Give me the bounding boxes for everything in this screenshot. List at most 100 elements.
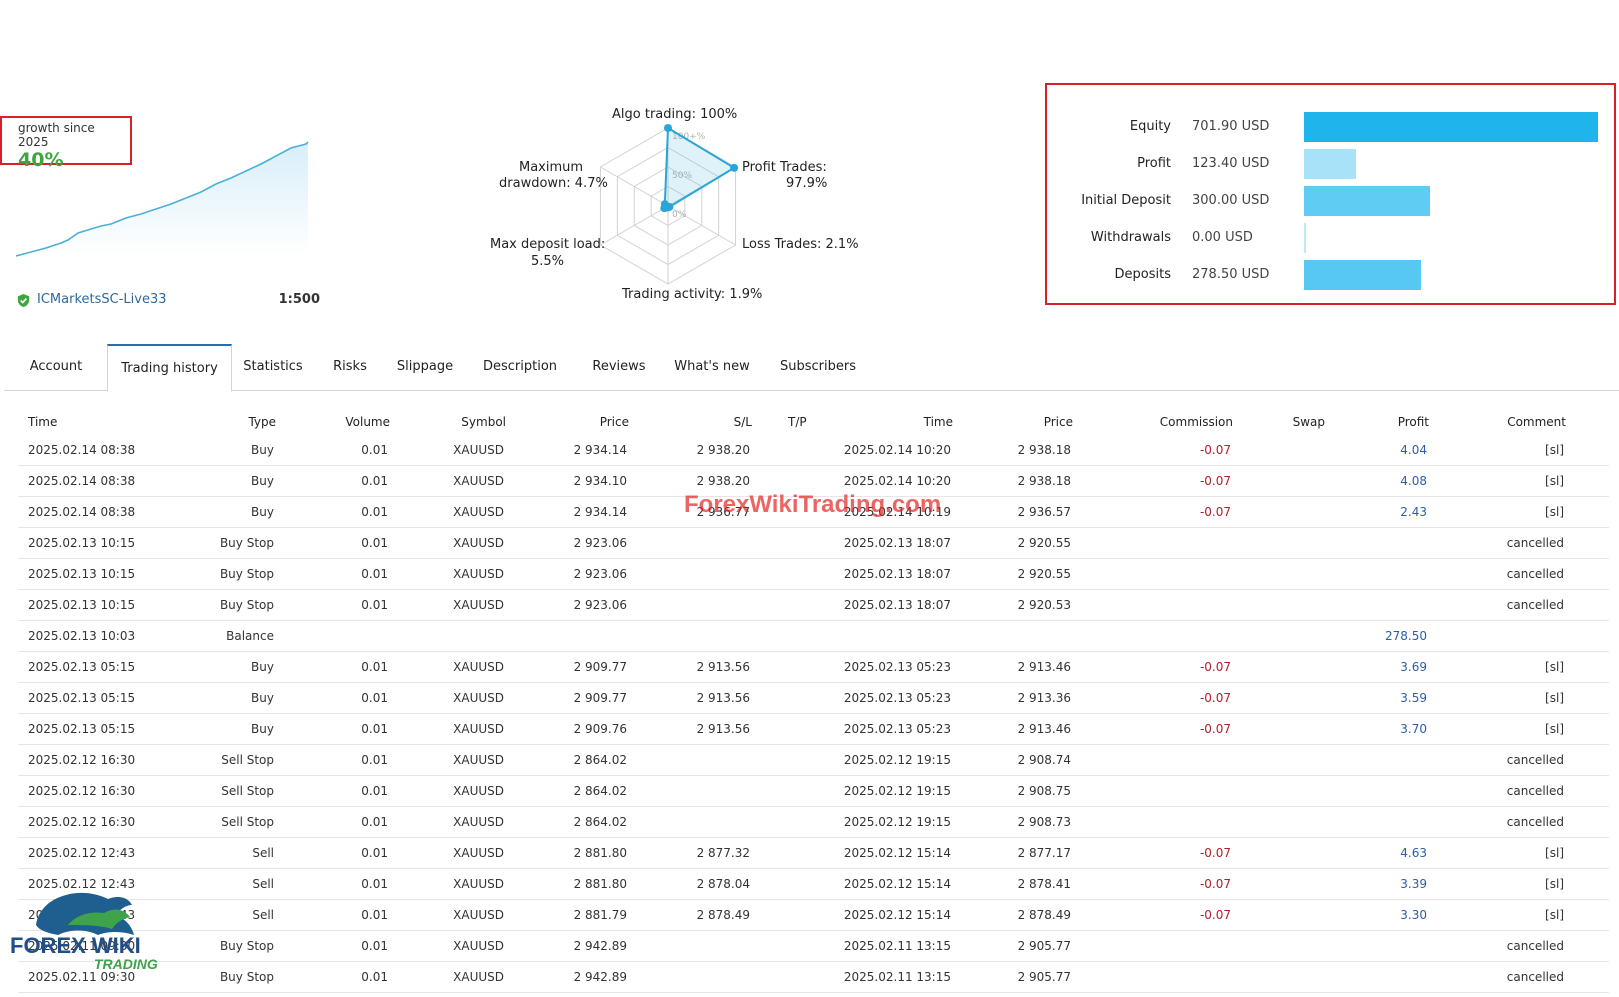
table-cell: -0.07 — [1199, 846, 1231, 860]
tab-what-s-new[interactable]: What's new — [666, 344, 758, 391]
table-cell: 4.63 — [1400, 846, 1427, 860]
column-header[interactable]: Price — [600, 415, 629, 429]
table-cell: 0.01 — [361, 970, 388, 984]
column-header[interactable]: T/P — [788, 415, 807, 429]
table-cell: 2025.02.13 10:03 — [28, 629, 136, 643]
column-header[interactable]: Profit — [1398, 415, 1429, 429]
table-cell: 2 942.89 — [573, 970, 627, 984]
growth-area — [16, 142, 308, 256]
table-row: 2025.02.13 10:03 Balance 278.50 — [18, 621, 1609, 652]
table-cell: 2 913.36 — [1017, 691, 1071, 705]
table-row: 2025.02.11 09:30 Buy Stop 0.01 XAUUSD 2 942.… — [18, 931, 1609, 962]
table-cell: cancelled — [1506, 939, 1564, 953]
table-cell: 2 878.49 — [1017, 908, 1071, 922]
tab-slippage[interactable]: Slippage — [390, 344, 460, 391]
balance-row: Initial Deposit 300.00 USD — [1047, 186, 1612, 216]
table-cell: 2025.02.14 08:38 — [28, 474, 136, 488]
table-cell: 2025.02.13 18:07 — [843, 598, 951, 612]
table-cell: Sell Stop — [221, 815, 274, 829]
column-header[interactable]: Price — [1044, 415, 1073, 429]
table-cell: 2 878.41 — [1017, 877, 1071, 891]
table-cell: 2 877.32 — [696, 846, 750, 860]
tab-description[interactable]: Description — [472, 344, 568, 391]
radar-label-activity: Trading activity: 1.9% — [622, 287, 763, 302]
table-row: 2025.02.11 09:30 Buy Stop 0.01 XAUUSD 2 942.… — [18, 962, 1609, 993]
balance-label: Profit — [1137, 156, 1171, 171]
table-cell: 2 913.46 — [1017, 722, 1071, 736]
table-cell: Sell — [252, 877, 274, 891]
table-cell: 4.04 — [1400, 443, 1427, 457]
tab-risks[interactable]: Risks — [325, 344, 375, 391]
table-cell: 2 938.18 — [1017, 474, 1071, 488]
table-cell: cancelled — [1506, 970, 1564, 984]
table-cell: [sl] — [1545, 691, 1564, 705]
table-cell: 2 878.04 — [696, 877, 750, 891]
table-cell: 2 913.56 — [696, 660, 750, 674]
tab-statistics[interactable]: Statistics — [231, 344, 315, 391]
column-header[interactable]: Symbol — [461, 415, 506, 429]
table-cell: 0.01 — [361, 846, 388, 860]
table-cell: 2 913.56 — [696, 691, 750, 705]
table-cell: 3.30 — [1400, 908, 1427, 922]
table-cell: 0.01 — [361, 691, 388, 705]
table-cell: 4.08 — [1400, 474, 1427, 488]
table-cell: 2025.02.11 13:15 — [843, 970, 951, 984]
table-cell: -0.07 — [1199, 908, 1231, 922]
table-cell: 2 923.06 — [573, 536, 627, 550]
balance-row: Withdrawals 0.00 USD — [1047, 223, 1612, 253]
table-cell: 2 908.75 — [1017, 784, 1071, 798]
table-cell: 2 913.46 — [1017, 660, 1071, 674]
table-cell: 3.39 — [1400, 877, 1427, 891]
table-cell: 2025.02.11 13:15 — [843, 939, 951, 953]
tab-trading-history[interactable]: Trading history — [107, 344, 232, 392]
broker-server-link[interactable]: ICMarketsSC-Live33 — [37, 292, 166, 307]
watermark: ForexWikiTrading.com — [684, 491, 942, 518]
table-cell: -0.07 — [1199, 443, 1231, 457]
table-cell: 2 920.55 — [1017, 567, 1071, 581]
table-cell: 2025.02.13 05:23 — [843, 722, 951, 736]
table-cell: -0.07 — [1199, 660, 1231, 674]
balance-value: 278.50 USD — [1192, 267, 1270, 282]
table-cell: [sl] — [1545, 846, 1564, 860]
table-row: 2025.02.13 10:15 Buy Stop 0.01 XAUUSD 2 923.… — [18, 528, 1609, 559]
table-cell: Sell — [252, 908, 274, 922]
tab-account[interactable]: Account — [18, 344, 94, 391]
table-row: 2025.02.12 16:30 Sell Stop 0.01 XAUUSD 2 864… — [18, 807, 1609, 838]
column-header[interactable]: Time — [924, 415, 953, 429]
table-cell: 2025.02.13 05:15 — [28, 691, 136, 705]
table-cell: 2 934.10 — [573, 474, 627, 488]
table-cell: 2 905.77 — [1017, 970, 1071, 984]
table-cell: 2025.02.12 15:14 — [843, 846, 951, 860]
table-row: 2025.02.12 16:30 Sell Stop 0.01 XAUUSD 2 864… — [18, 745, 1609, 776]
table-cell: 2025.02.13 05:15 — [28, 722, 136, 736]
table-cell: cancelled — [1506, 784, 1564, 798]
column-header[interactable]: Swap — [1293, 415, 1325, 429]
table-cell: 2025.02.12 15:14 — [843, 908, 951, 922]
column-header[interactable]: Type — [248, 415, 276, 429]
table-cell: 2 936.57 — [1017, 505, 1071, 519]
table-cell: XAUUSD — [453, 598, 504, 612]
leverage-value: 1:500 — [278, 292, 320, 307]
tab-subscribers[interactable]: Subscribers — [772, 344, 864, 391]
table-cell: 2025.02.14 08:38 — [28, 505, 136, 519]
table-cell: XAUUSD — [453, 939, 504, 953]
column-header[interactable]: Commission — [1160, 415, 1233, 429]
table-cell: 2 909.77 — [573, 660, 627, 674]
table-cell: 2 913.56 — [696, 722, 750, 736]
column-header[interactable]: Time — [28, 415, 57, 429]
radar-point-algo — [664, 124, 672, 132]
table-cell: 2 934.14 — [573, 505, 627, 519]
column-header[interactable]: Comment — [1507, 415, 1566, 429]
table-cell: XAUUSD — [453, 567, 504, 581]
balance-value: 0.00 USD — [1192, 230, 1253, 245]
table-cell: 2025.02.13 10:15 — [28, 598, 136, 612]
column-header[interactable]: S/L — [734, 415, 752, 429]
table-cell: 2 864.02 — [573, 784, 627, 798]
table-cell: 2025.02.14 10:20 — [843, 443, 951, 457]
table-cell: 0.01 — [361, 877, 388, 891]
tab-reviews[interactable]: Reviews — [584, 344, 654, 391]
balance-bar — [1304, 223, 1306, 253]
column-header[interactable]: Volume — [345, 415, 390, 429]
table-cell: 2 942.89 — [573, 939, 627, 953]
table-cell: XAUUSD — [453, 815, 504, 829]
